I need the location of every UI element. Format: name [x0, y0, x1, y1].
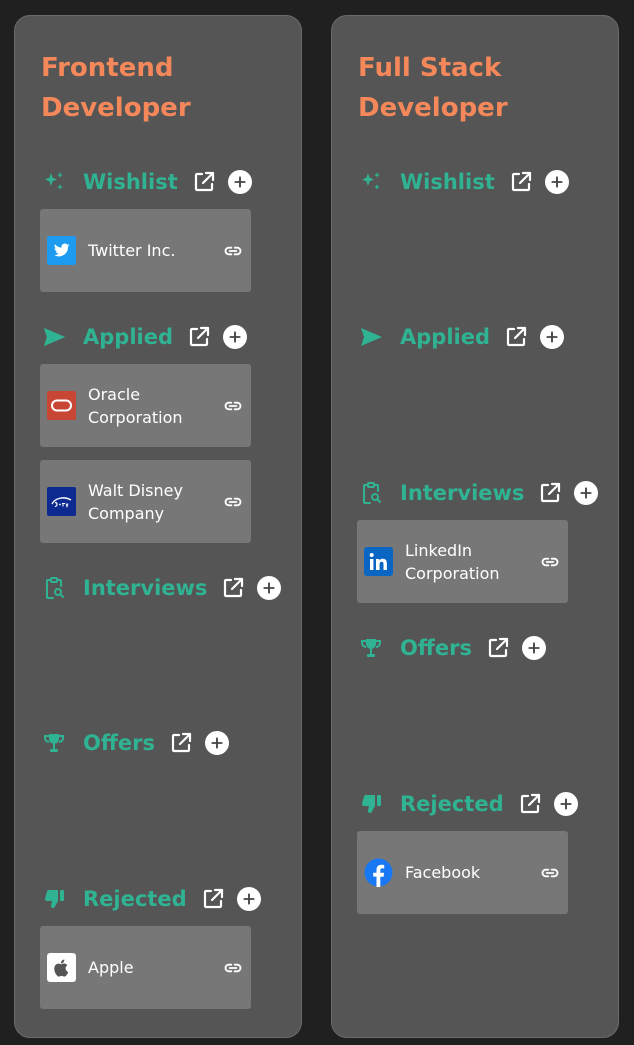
- trophy-icon: [41, 730, 67, 756]
- section-label: Offers: [83, 731, 155, 755]
- external-link-icon[interactable]: [187, 325, 211, 349]
- plus-circle-icon[interactable]: [553, 792, 578, 816]
- facebook-logo-icon: [364, 858, 393, 887]
- thumbs-down-icon: [358, 791, 384, 817]
- job-card-linkedin[interactable]: LinkedIn Corporation: [357, 520, 568, 603]
- linkedin-logo-icon: [364, 547, 393, 576]
- section-applied: Applied: [358, 322, 564, 352]
- link-icon[interactable]: [223, 241, 243, 261]
- clipboard-search-icon: [41, 575, 67, 601]
- section-label: Offers: [400, 636, 472, 660]
- send-icon: [358, 324, 384, 350]
- plus-circle-icon[interactable]: [204, 731, 229, 755]
- plus-circle-icon[interactable]: [521, 636, 546, 660]
- company-name: Twitter Inc.: [88, 241, 176, 260]
- external-link-icon[interactable]: [486, 636, 510, 660]
- plus-circle-icon[interactable]: [227, 170, 252, 194]
- job-card-twitter[interactable]: Twitter Inc.: [40, 209, 251, 292]
- section-interviews: Interviews: [41, 573, 282, 603]
- section-label: Interviews: [400, 481, 525, 505]
- section-wishlist: Wishlist: [41, 167, 252, 197]
- link-icon[interactable]: [223, 958, 243, 978]
- plus-circle-icon[interactable]: [574, 481, 599, 505]
- link-icon[interactable]: [223, 492, 243, 512]
- external-link-icon[interactable]: [518, 792, 542, 816]
- job-card-facebook[interactable]: Facebook: [357, 831, 568, 914]
- oracle-logo-icon: [47, 391, 76, 420]
- section-wishlist: Wishlist: [358, 167, 569, 197]
- board-title: Full Stack Developer: [358, 53, 508, 123]
- company-name: LinkedIn Corporation: [405, 540, 500, 583]
- external-link-icon[interactable]: [509, 170, 533, 194]
- company-name: Apple: [88, 958, 134, 977]
- twitter-logo-icon: [47, 236, 76, 265]
- link-icon[interactable]: [223, 396, 243, 416]
- send-icon: [41, 324, 67, 350]
- plus-circle-icon[interactable]: [257, 576, 282, 600]
- company-name: Facebook: [405, 863, 481, 882]
- disney-logo-icon: [47, 487, 76, 516]
- external-link-icon[interactable]: [504, 325, 528, 349]
- job-card-oracle[interactable]: Oracle Corporation: [40, 364, 251, 447]
- section-label: Wishlist: [400, 170, 495, 194]
- section-label: Applied: [400, 325, 490, 349]
- section-offers: Offers: [358, 633, 546, 663]
- sparkles-icon: [41, 169, 67, 195]
- section-offers: Offers: [41, 728, 229, 758]
- section-applied: Applied: [41, 322, 247, 352]
- job-card-apple[interactable]: Apple: [40, 926, 251, 1009]
- company-name: Walt Disney Company: [88, 480, 183, 523]
- external-link-icon[interactable]: [201, 887, 225, 911]
- board-full-stack-developer: Full Stack Developer Wishlist Applied In…: [331, 15, 619, 1038]
- plus-circle-icon[interactable]: [544, 170, 569, 194]
- section-label: Rejected: [400, 792, 504, 816]
- clipboard-search-icon: [358, 480, 384, 506]
- external-link-icon[interactable]: [221, 576, 245, 600]
- external-link-icon[interactable]: [192, 170, 216, 194]
- link-icon[interactable]: [540, 863, 560, 883]
- sparkles-icon: [358, 169, 384, 195]
- board-title: Frontend Developer: [41, 53, 191, 123]
- external-link-icon[interactable]: [538, 481, 562, 505]
- section-label: Rejected: [83, 887, 187, 911]
- section-rejected: Rejected: [358, 789, 578, 819]
- section-label: Interviews: [83, 576, 208, 600]
- section-label: Wishlist: [83, 170, 178, 194]
- plus-circle-icon[interactable]: [236, 887, 261, 911]
- board-frontend-developer: Frontend Developer Wishlist Twitter Inc.…: [14, 15, 302, 1038]
- plus-circle-icon[interactable]: [540, 325, 564, 349]
- section-rejected: Rejected: [41, 884, 261, 914]
- section-label: Applied: [83, 325, 173, 349]
- plus-circle-icon[interactable]: [223, 325, 247, 349]
- link-icon[interactable]: [540, 552, 560, 572]
- company-name: Oracle Corporation: [88, 384, 183, 427]
- thumbs-down-icon: [41, 886, 67, 912]
- external-link-icon[interactable]: [169, 731, 193, 755]
- trophy-icon: [358, 635, 384, 661]
- job-card-disney[interactable]: Walt Disney Company: [40, 460, 251, 543]
- section-interviews: Interviews: [358, 478, 599, 508]
- apple-logo-icon: [47, 953, 76, 982]
